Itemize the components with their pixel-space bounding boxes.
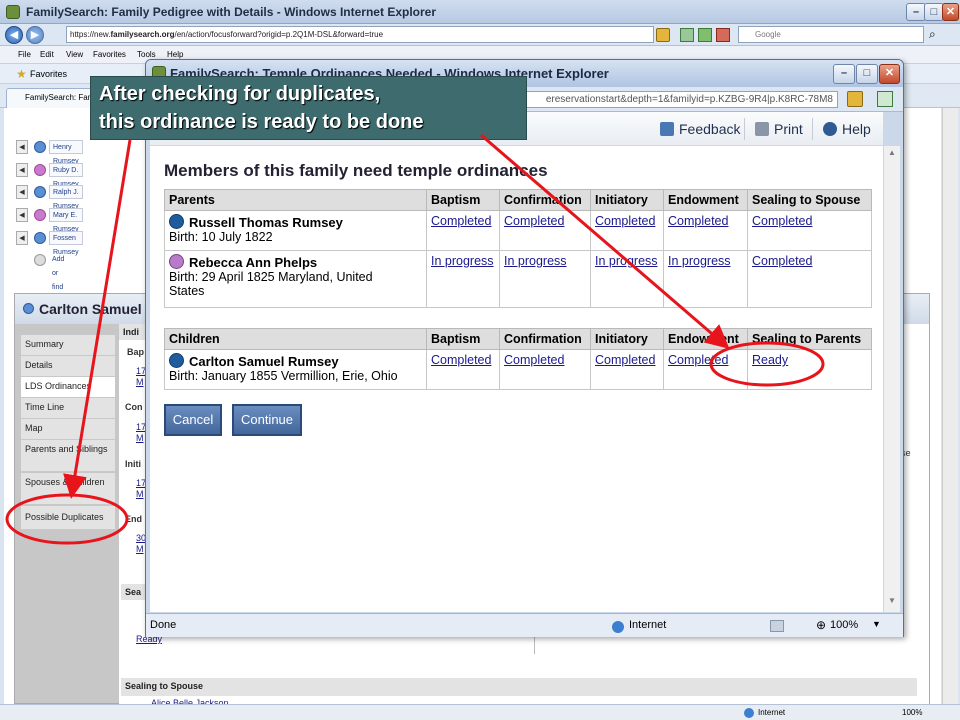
arrow-to-duplicates	[63, 139, 132, 499]
arrow-to-ready	[480, 133, 730, 349]
annotation-overlay	[5, 133, 825, 545]
ready-highlight-circle	[709, 341, 825, 387]
duplicates-highlight-circle	[5, 493, 129, 545]
